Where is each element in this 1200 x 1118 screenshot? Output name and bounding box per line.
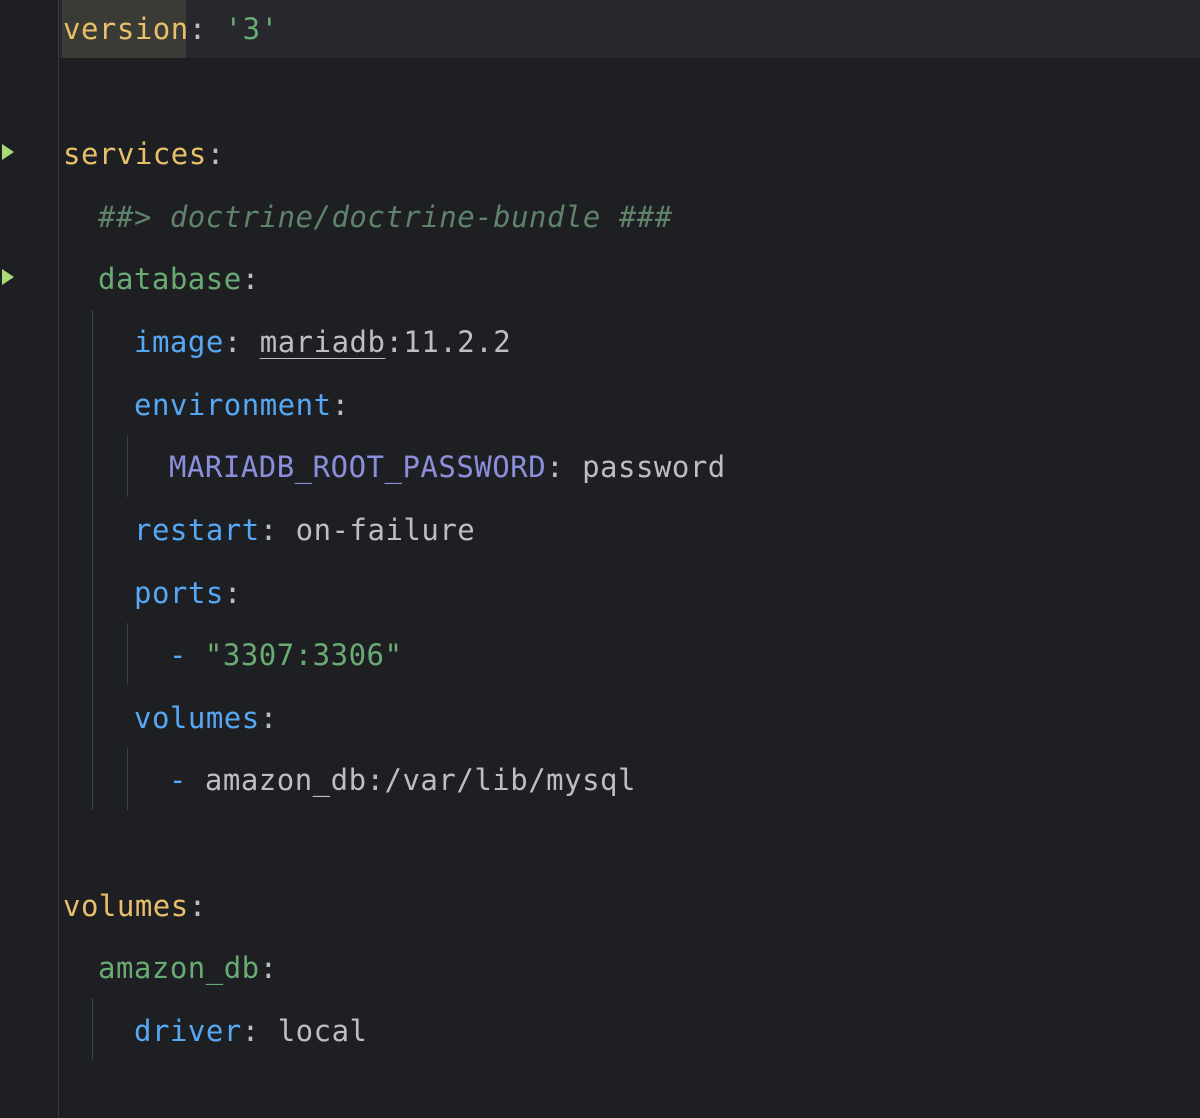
yaml-colon: : — [331, 388, 350, 422]
yaml-colon: : — [259, 513, 296, 547]
yaml-key: ports — [134, 576, 224, 610]
indent-guide — [127, 623, 128, 685]
code-line-driver[interactable]: driver: local — [134, 1011, 368, 1051]
indent-guide — [92, 998, 93, 1060]
yaml-key: amazon_db — [98, 951, 260, 985]
yaml-colon: : — [259, 951, 278, 985]
code-editor[interactable]: version: '3' services: ##> doctrine/doct… — [0, 0, 1200, 1118]
yaml-value: on-failure — [295, 513, 476, 547]
code-line-ports[interactable]: ports: — [134, 573, 242, 613]
code-line-service-volumes[interactable]: volumes: — [134, 698, 278, 738]
code-line-comment[interactable]: ##> doctrine/doctrine-bundle ### — [98, 197, 673, 237]
indent-guide — [127, 748, 128, 810]
yaml-colon: : — [188, 12, 207, 46]
yaml-key: MARIADB_ROOT_PASSWORD — [169, 450, 547, 484]
code-line-root-password[interactable]: MARIADB_ROOT_PASSWORD: password — [169, 447, 726, 487]
code-line-port-item[interactable]: - "3307:3306" — [169, 635, 402, 675]
yaml-key: volumes — [63, 889, 189, 923]
run-gutter-icon[interactable] — [2, 269, 14, 285]
code-line-volumes[interactable]: volumes: — [63, 886, 207, 926]
code-line-amazon-db[interactable]: amazon_db: — [98, 948, 278, 988]
yaml-key: restart — [134, 513, 260, 547]
yaml-value: '3' — [224, 12, 279, 46]
yaml-key: image — [134, 325, 224, 359]
code-line-environment[interactable]: environment: — [134, 385, 350, 425]
indent-guide — [127, 435, 128, 497]
code-line-volume-item[interactable]: - amazon_db:/var/lib/mysql — [169, 760, 636, 800]
list-dash: - — [169, 763, 205, 797]
yaml-key: version — [63, 12, 189, 46]
yaml-colon: : — [188, 889, 207, 923]
yaml-key: database — [98, 262, 242, 296]
yaml-colon: : — [546, 450, 583, 484]
indent-guide — [92, 310, 93, 810]
code-line-restart[interactable]: restart: on-failure — [134, 510, 475, 550]
yaml-value: local — [277, 1014, 368, 1048]
yaml-value: amazon_db:/var/lib/mysql — [204, 763, 636, 797]
code-line-version[interactable]: version: '3' — [63, 9, 279, 49]
image-name-link[interactable]: mariadb — [260, 325, 386, 359]
code-line-database[interactable]: database: — [98, 259, 260, 299]
yaml-colon: : — [259, 701, 278, 735]
yaml-key: driver — [134, 1014, 242, 1048]
run-gutter-icon[interactable] — [2, 144, 14, 160]
code-line-services[interactable]: services: — [63, 134, 225, 174]
image-tag: :11.2.2 — [385, 325, 512, 359]
yaml-comment: ##> doctrine/doctrine-bundle ### — [98, 200, 673, 234]
yaml-colon: : — [241, 1014, 278, 1048]
yaml-key: services — [63, 137, 207, 171]
yaml-colon: : — [223, 325, 260, 359]
gutter-divider — [58, 0, 59, 1118]
code-line-image[interactable]: image: mariadb:11.2.2 — [134, 322, 511, 362]
yaml-colon: : — [241, 262, 260, 296]
yaml-colon: : — [223, 576, 242, 610]
list-dash: - — [169, 638, 205, 672]
yaml-value: password — [582, 450, 726, 484]
yaml-colon: : — [206, 137, 225, 171]
yaml-value: "3307:3306" — [204, 638, 403, 672]
yaml-key: volumes — [134, 701, 260, 735]
yaml-key: environment — [134, 388, 332, 422]
